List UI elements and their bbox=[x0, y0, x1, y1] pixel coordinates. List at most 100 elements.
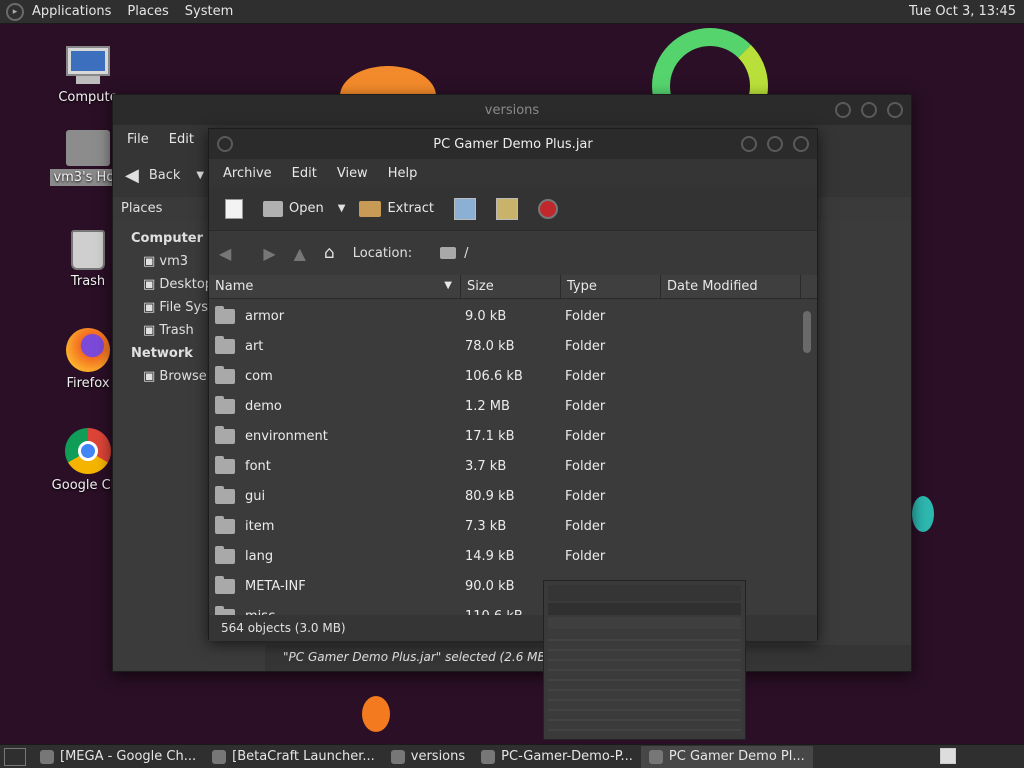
stop-button[interactable] bbox=[532, 195, 564, 223]
open-label: Open bbox=[289, 201, 324, 216]
preview-menubar bbox=[548, 585, 741, 601]
add-files-button[interactable] bbox=[448, 194, 482, 224]
workspace-switcher[interactable] bbox=[940, 748, 956, 764]
column-type[interactable]: Type bbox=[561, 275, 661, 298]
taskbar-item-label: PC-Gamer-Demo-P... bbox=[501, 749, 633, 764]
file-name: demo bbox=[245, 398, 282, 414]
taskbar-item-label: [BetaCraft Launcher... bbox=[232, 749, 375, 764]
menu-logo-icon[interactable]: ▸ bbox=[6, 2, 24, 21]
scrollbar[interactable] bbox=[803, 303, 813, 611]
stop-icon bbox=[538, 198, 558, 219]
cell-name: lang bbox=[209, 545, 459, 564]
table-row[interactable]: lang 14.9 kB Folder bbox=[209, 541, 817, 571]
location-field[interactable]: / bbox=[440, 245, 469, 261]
table-row[interactable]: environment 17.1 kB Folder bbox=[209, 421, 817, 451]
home-icon[interactable]: ⌂ bbox=[324, 243, 335, 263]
taskbar-item[interactable]: PC Gamer Demo Pl... bbox=[640, 745, 813, 768]
versions-titlebar[interactable]: versions bbox=[113, 95, 911, 125]
cell-size: 106.6 kB bbox=[465, 368, 523, 384]
table-row[interactable]: item 7.3 kB Folder bbox=[209, 511, 817, 541]
table-row[interactable]: com 106.6 kB Folder bbox=[209, 361, 817, 391]
cell-name: META-INF bbox=[209, 575, 459, 594]
file-name: item bbox=[245, 518, 275, 534]
add-folder-button[interactable] bbox=[490, 194, 524, 224]
back-arrow-icon[interactable]: ◀ bbox=[219, 244, 231, 263]
column-name[interactable]: Name ▼ bbox=[209, 275, 461, 298]
menu-places[interactable]: Places bbox=[119, 4, 176, 19]
show-desktop-button[interactable] bbox=[4, 747, 26, 766]
cell-size: 14.9 kB bbox=[465, 548, 515, 564]
extract-icon bbox=[359, 200, 382, 217]
open-button[interactable]: Open bbox=[257, 197, 330, 221]
menu-edit[interactable]: Edit bbox=[282, 166, 327, 181]
forward-arrow-icon[interactable]: ▶ bbox=[263, 244, 275, 263]
table-row[interactable]: armor 9.0 kB Folder bbox=[209, 301, 817, 331]
window-menu-button[interactable] bbox=[217, 136, 233, 152]
file-name: art bbox=[245, 338, 264, 354]
clock[interactable]: Tue Oct 3, 13:45 bbox=[909, 4, 1016, 19]
preview-file-list bbox=[548, 631, 741, 731]
cell-type: Folder bbox=[565, 488, 606, 504]
back-button[interactable]: Back bbox=[149, 168, 181, 183]
preview-header bbox=[548, 617, 741, 629]
table-row[interactable]: art 78.0 kB Folder bbox=[209, 331, 817, 361]
folder-icon bbox=[215, 455, 235, 474]
sort-down-icon: ▼ bbox=[444, 280, 452, 291]
column-date-modified[interactable]: Date Modified bbox=[661, 275, 801, 298]
taskbar-item[interactable]: versions bbox=[383, 746, 473, 768]
maximize-button[interactable] bbox=[767, 136, 783, 152]
cell-type: Folder bbox=[565, 398, 606, 414]
trash-icon: ▣ bbox=[143, 323, 160, 338]
extract-button[interactable]: Extract bbox=[353, 197, 440, 221]
file-name: misc bbox=[245, 609, 275, 616]
taskbar-item[interactable]: [MEGA - Google Ch... bbox=[32, 746, 204, 768]
archive-window: PC Gamer Demo Plus.jar Archive Edit View… bbox=[208, 128, 818, 641]
firefox-icon bbox=[66, 328, 110, 372]
folder-icon bbox=[440, 247, 457, 259]
taskbar-item[interactable]: PC-Gamer-Demo-P... bbox=[473, 746, 641, 768]
archive-titlebar[interactable]: PC Gamer Demo Plus.jar bbox=[209, 129, 817, 159]
close-button[interactable] bbox=[887, 102, 903, 118]
location-value: / bbox=[464, 245, 469, 261]
minimize-button[interactable] bbox=[835, 102, 851, 118]
menu-edit[interactable]: Edit bbox=[159, 132, 204, 147]
file-name: lang bbox=[245, 548, 274, 564]
table-row[interactable]: gui 80.9 kB Folder bbox=[209, 481, 817, 511]
column-size[interactable]: Size bbox=[461, 275, 561, 298]
taskbar-item-label: [MEGA - Google Ch... bbox=[60, 749, 197, 764]
cell-size: 17.1 kB bbox=[465, 428, 515, 444]
up-arrow-icon[interactable]: ▲ bbox=[294, 244, 306, 263]
window-preview-thumbnail[interactable] bbox=[543, 580, 746, 740]
minimize-button[interactable] bbox=[741, 136, 757, 152]
desktop-icon-label: Trash bbox=[70, 274, 106, 289]
menu-view[interactable]: View bbox=[327, 166, 378, 181]
table-row[interactable]: demo 1.2 MB Folder bbox=[209, 391, 817, 421]
table-row[interactable]: font 3.7 kB Folder bbox=[209, 451, 817, 481]
archive-toolbar: Open ▼ Extract bbox=[209, 187, 817, 231]
cell-type: Folder bbox=[565, 518, 606, 534]
folder-icon bbox=[215, 365, 235, 384]
app-icon bbox=[481, 749, 496, 764]
close-button[interactable] bbox=[793, 136, 809, 152]
menu-system[interactable]: System bbox=[177, 4, 241, 19]
desktop-icon-label: Compute bbox=[58, 90, 118, 105]
places-label: Places bbox=[121, 201, 163, 216]
open-dropdown-icon[interactable]: ▼ bbox=[338, 203, 346, 214]
cell-type: Folder bbox=[565, 548, 606, 564]
app-icon bbox=[390, 749, 405, 764]
taskbar-item[interactable]: [BetaCraft Launcher... bbox=[204, 746, 383, 768]
chevron-down-icon[interactable]: ▼ bbox=[196, 170, 204, 181]
cell-name: com bbox=[209, 365, 459, 384]
menu-archive[interactable]: Archive bbox=[213, 166, 282, 181]
cell-size: 3.7 kB bbox=[465, 458, 507, 474]
menu-file[interactable]: File bbox=[117, 132, 159, 147]
folder-icon bbox=[215, 545, 235, 564]
maximize-button[interactable] bbox=[861, 102, 877, 118]
menu-applications[interactable]: Applications bbox=[24, 4, 119, 19]
folder-icon: ▣ bbox=[143, 254, 160, 269]
scrollbar-thumb[interactable] bbox=[803, 311, 811, 353]
computer-icon bbox=[64, 46, 112, 86]
menu-help[interactable]: Help bbox=[378, 166, 428, 181]
folder-icon bbox=[215, 515, 235, 534]
new-archive-button[interactable] bbox=[219, 195, 249, 223]
